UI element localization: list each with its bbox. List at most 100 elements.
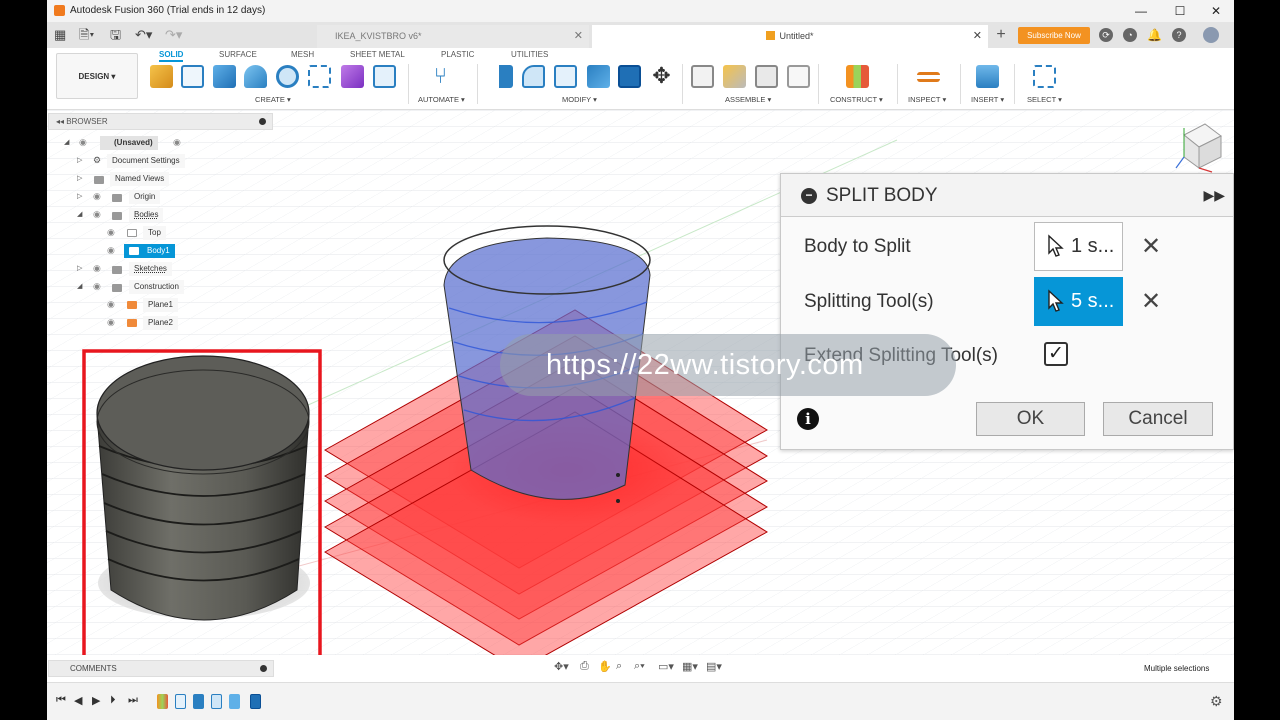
new-tab-button[interactable]: +: [992, 27, 1010, 45]
assemble-menu[interactable]: ASSEMBLE ▾: [725, 95, 771, 104]
expand-icon[interactable]: ▷: [77, 192, 82, 200]
modify-menu[interactable]: MODIFY ▾: [562, 95, 597, 104]
tab-mesh[interactable]: MESH: [291, 50, 314, 59]
undo-icon[interactable]: ↶▾: [135, 27, 152, 43]
collapse-dialog-icon[interactable]: −: [801, 188, 817, 204]
step-back-icon[interactable]: ◀: [74, 694, 82, 707]
browser-item-named-views[interactable]: Named Views: [110, 172, 170, 186]
browser-pin-icon[interactable]: [259, 118, 266, 125]
select-icon[interactable]: [1033, 65, 1056, 88]
visibility-eye-icon[interactable]: ◉: [107, 245, 115, 256]
select-menu[interactable]: SELECT ▾: [1027, 95, 1062, 104]
offset-plane-icon[interactable]: [846, 65, 869, 88]
expand-icon[interactable]: ▷: [77, 264, 82, 272]
insert-image-icon[interactable]: [976, 65, 999, 88]
expand-root-icon[interactable]: ◢: [64, 138, 69, 146]
help-icon[interactable]: ?: [1172, 28, 1186, 42]
tab-plastic[interactable]: PLASTIC: [441, 50, 474, 59]
insert-menu[interactable]: INSERT ▾: [971, 95, 1004, 104]
browser-item-top[interactable]: Top: [143, 226, 166, 240]
orbit-icon[interactable]: ✥▾: [554, 660, 569, 673]
timeline-marker[interactable]: [250, 694, 261, 709]
revolve-icon[interactable]: [244, 65, 267, 88]
close-window-button[interactable]: ✕: [1202, 3, 1230, 19]
joint-icon[interactable]: [691, 65, 714, 88]
browser-root-unsaved[interactable]: (Unsaved): [100, 136, 158, 150]
new-component-icon[interactable]: [150, 65, 173, 88]
move-icon[interactable]: ✥: [650, 65, 673, 88]
ok-button[interactable]: OK: [976, 402, 1085, 436]
go-to-end-icon[interactable]: ⏭: [128, 694, 138, 707]
zoom-icon[interactable]: ⌕: [616, 660, 622, 673]
tab-ikea-kvistbro[interactable]: IKEA_KVISTBRO v6* ✕: [317, 25, 589, 48]
timeline-feature-extrude[interactable]: [193, 694, 204, 709]
save-icon[interactable]: 🖫: [110, 27, 121, 43]
tab-untitled[interactable]: Untitled* ✕: [592, 25, 988, 48]
create-sketch-icon[interactable]: [181, 65, 204, 88]
timeline-feature-shell[interactable]: [211, 694, 222, 709]
comments-panel[interactable]: COMMENTS: [48, 660, 274, 677]
timeline-feature-split[interactable]: [229, 694, 240, 709]
viewports-icon[interactable]: ▤▾: [706, 660, 722, 673]
clear-tool-selection-icon[interactable]: ✕: [1141, 287, 1161, 316]
visibility-eye-icon[interactable]: ◉: [79, 137, 87, 148]
rigid-group-icon[interactable]: [787, 65, 810, 88]
new-component-assemble-icon[interactable]: [723, 65, 746, 88]
collapse-icon[interactable]: ◢: [77, 282, 82, 290]
automate-menu[interactable]: AUTOMATE ▾: [418, 95, 465, 104]
subscribe-now-button[interactable]: Subscribe Now: [1018, 27, 1090, 44]
info-icon[interactable]: i: [797, 408, 819, 430]
fit-icon[interactable]: ⌕▾: [634, 660, 645, 673]
tab-solid[interactable]: SOLID: [159, 50, 184, 62]
visibility-eye-icon[interactable]: ◉: [93, 191, 101, 202]
browser-item-plane1[interactable]: Plane1: [143, 298, 178, 312]
body-to-split-selector[interactable]: 1 s...: [1034, 222, 1123, 271]
maximize-button[interactable]: ☐: [1166, 3, 1194, 19]
file-menu-icon[interactable]: 🗎▾: [79, 27, 94, 43]
grid-settings-icon[interactable]: ▦▾: [682, 660, 698, 673]
browser-item-construction[interactable]: Construction: [129, 280, 184, 294]
expand-dialog-icon[interactable]: ▶▶: [1203, 187, 1225, 204]
press-pull-icon[interactable]: [490, 65, 513, 88]
user-avatar[interactable]: [1203, 27, 1219, 43]
cancel-button[interactable]: Cancel: [1103, 402, 1213, 436]
job-status-icon[interactable]: ◔: [1123, 28, 1137, 42]
browser-item-origin[interactable]: Origin: [129, 190, 161, 204]
measure-icon[interactable]: [917, 72, 940, 82]
automate-icon[interactable]: ⑂: [429, 65, 452, 88]
splitting-tools-selector[interactable]: 5 s...: [1034, 277, 1123, 326]
tab-surface[interactable]: SURFACE: [219, 50, 257, 59]
mirror-icon[interactable]: [373, 65, 396, 88]
comments-add-icon[interactable]: [260, 665, 267, 672]
collapse-icon[interactable]: ◢: [77, 210, 82, 218]
timeline-feature-plane[interactable]: [157, 694, 168, 709]
visibility-eye-icon[interactable]: ◉: [107, 317, 115, 328]
visibility-eye-icon[interactable]: ◉: [93, 263, 101, 274]
step-forward-icon[interactable]: ⏵: [110, 694, 116, 707]
visibility-eye-icon[interactable]: ◉: [93, 209, 101, 220]
browser-item-bodies[interactable]: Bodies: [129, 208, 164, 222]
expand-icon[interactable]: ▷: [77, 156, 82, 164]
visibility-eye-icon[interactable]: ◉: [107, 227, 115, 238]
browser-item-document-settings[interactable]: Document Settings: [107, 154, 185, 168]
as-built-joint-icon[interactable]: [755, 65, 778, 88]
notifications-icon[interactable]: 🔔: [1147, 28, 1162, 42]
close-tab-icon[interactable]: ✕: [973, 25, 982, 48]
extensions-icon[interactable]: ⟳: [1099, 28, 1113, 42]
active-radio-icon[interactable]: ◉: [173, 137, 181, 148]
create-menu[interactable]: CREATE ▾: [255, 95, 291, 104]
visibility-eye-icon[interactable]: ◉: [93, 281, 101, 292]
go-to-start-icon[interactable]: ⏮: [56, 694, 66, 707]
browser-item-plane2[interactable]: Plane2: [143, 316, 178, 330]
extend-splitting-tools-checkbox[interactable]: ✓: [1044, 342, 1068, 366]
design-workspace-dropdown[interactable]: DESIGN ▾: [56, 53, 138, 99]
inspect-menu[interactable]: INSPECT ▾: [908, 95, 946, 104]
shell-icon[interactable]: [554, 65, 577, 88]
clear-body-selection-icon[interactable]: ✕: [1141, 232, 1161, 261]
play-icon[interactable]: ▶: [92, 694, 100, 707]
tab-sheet-metal[interactable]: SHEET METAL: [350, 50, 405, 59]
visibility-eye-icon[interactable]: ◉: [107, 299, 115, 310]
form-icon[interactable]: [341, 65, 364, 88]
app-grid-icon[interactable]: ▦: [54, 27, 66, 43]
display-settings-icon[interactable]: ▭▾: [658, 660, 674, 673]
